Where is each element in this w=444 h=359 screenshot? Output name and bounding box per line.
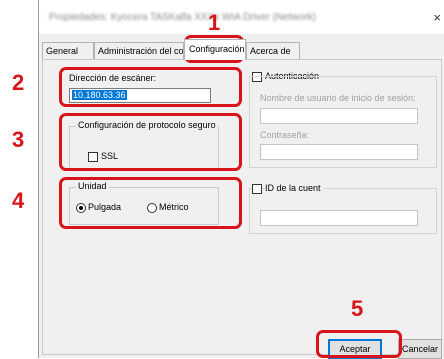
- callout-box-4: [59, 177, 242, 229]
- username-input[interactable]: [260, 108, 418, 124]
- cancel-button[interactable]: Cancelar: [398, 339, 442, 359]
- callout-box-2: [59, 67, 242, 107]
- tab-color-management[interactable]: Administración del color: [94, 42, 184, 59]
- callout-number-2: 2: [12, 70, 25, 95]
- account-checkbox[interactable]: [252, 184, 262, 194]
- tab-about[interactable]: Acerca de: [246, 42, 300, 59]
- callout-box-5: [316, 330, 402, 358]
- tab-general[interactable]: General: [42, 42, 94, 59]
- callout-number-3: 3: [12, 127, 25, 152]
- callout-number-4: 4: [12, 188, 25, 213]
- title-bar: Propiedades: Kyocera TASKalfa XXXx WIA D…: [39, 0, 444, 34]
- tab-configuracion[interactable]: Configuración: [184, 39, 246, 60]
- callout-number-1: 1: [208, 10, 221, 35]
- account-label: ID de la cuent: [265, 183, 323, 193]
- username-label: Nombre de usuario de inicio de sesión:: [260, 93, 416, 103]
- account-input[interactable]: [260, 210, 418, 226]
- window-title: Propiedades: Kyocera TASKalfa XXXx WIA D…: [49, 12, 316, 23]
- password-input[interactable]: [260, 144, 418, 160]
- password-label: Contraseña:: [260, 130, 310, 140]
- callout-box-3: [59, 113, 242, 171]
- tab-strip: General Administración del color Configu…: [39, 39, 444, 60]
- callout-number-5: 5: [351, 296, 364, 321]
- close-icon[interactable]: ×: [433, 10, 441, 25]
